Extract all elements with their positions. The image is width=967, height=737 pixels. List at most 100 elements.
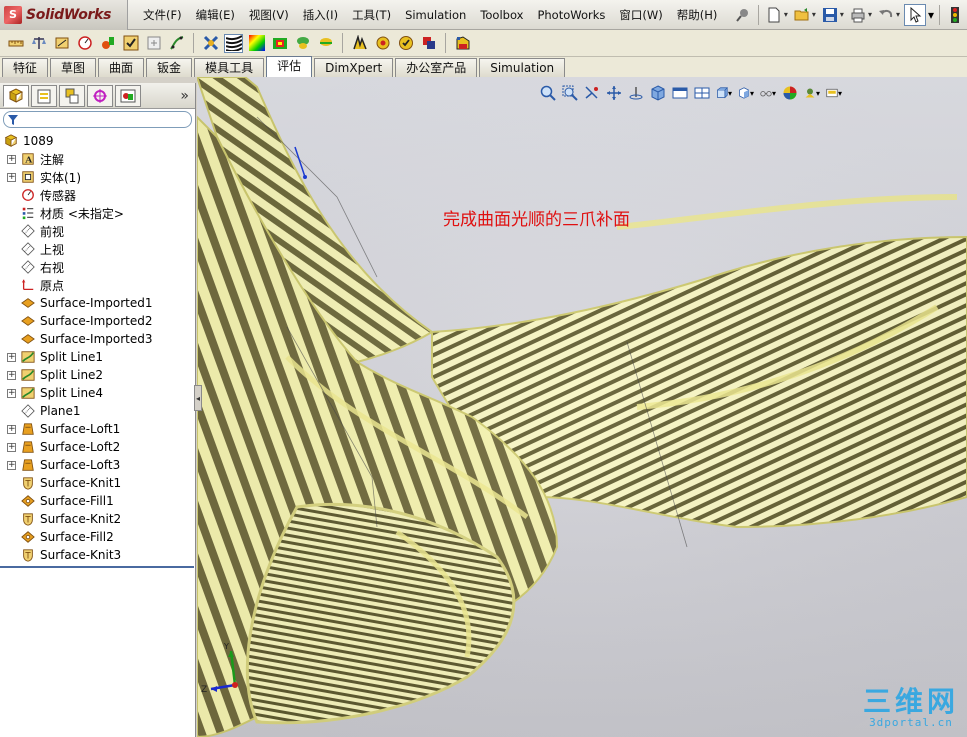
tree-node[interactable]: Surface-Fill2 [0,528,195,546]
menu-item[interactable]: Simulation [398,0,473,30]
tree-node[interactable]: + 实体(1) [0,168,195,186]
panel-splitter[interactable]: ◂ [194,385,202,411]
expand-plus-icon[interactable]: + [7,172,16,182]
drawcompare-button[interactable] [396,34,415,53]
measure-button[interactable] [6,34,25,53]
display-style-button[interactable]: ▾ [738,85,754,101]
check-button[interactable] [121,34,140,53]
zebra-stripes-button[interactable] [224,33,243,53]
tree-node[interactable]: Plane1 [0,402,195,420]
tree-node[interactable]: Surface-Knit1 [0,474,195,492]
feature-manager-tab[interactable] [3,84,29,107]
curvature-button[interactable] [247,34,266,53]
tree-node[interactable]: + Surface-Loft1 [0,420,195,438]
menu-item[interactable]: 窗口(W) [612,0,669,30]
edit-appearance-button[interactable] [782,85,798,101]
four-view-button[interactable] [694,85,710,101]
command-tab[interactable]: 曲面 [98,58,145,77]
tree-node[interactable]: + Split Line2 [0,366,195,384]
compare-documents-button[interactable] [419,34,438,53]
tree-node[interactable]: Surface-Fill1 [0,492,195,510]
save-button[interactable]: ▾ [820,4,846,26]
deviation-analysis-button[interactable] [167,34,186,53]
zoom-to-fit-button[interactable] [540,85,556,101]
open-button[interactable]: ▾ [792,4,818,26]
view-settings-button[interactable]: ▾ [826,85,842,101]
tree-node[interactable]: + Split Line1 [0,348,195,366]
thickness-analysis-button[interactable] [453,34,472,53]
tree-node[interactable]: 上视 [0,240,195,258]
zoom-to-area-button[interactable] [562,85,578,101]
tree-filter-input[interactable] [3,111,192,128]
tree-node[interactable]: Surface-Knit2 [0,510,195,528]
panel-expand-icon[interactable]: » [180,88,189,104]
parting-line-analysis-button[interactable] [316,34,335,53]
expand-plus-icon[interactable]: + [7,154,16,164]
command-tab[interactable]: 特征 [2,58,49,77]
select-button[interactable] [903,3,926,26]
new-document-button[interactable]: ▾ [764,4,790,26]
pin-button[interactable] [733,4,753,26]
previous-view-button[interactable] [584,85,600,101]
graphics-area[interactable]: ▾ ▾ ▾ ▾ ▾ 完成曲面光顺的三爪补面 Y Z 三维网 3dportal.c… [197,77,967,737]
single-view-button[interactable] [672,85,688,101]
expand-plus-icon[interactable]: + [7,460,16,470]
tree-node[interactable]: 原点 [0,276,195,294]
tree-node[interactable]: + Split Line4 [0,384,195,402]
menu-item[interactable]: 工具(T) [345,0,398,30]
rebuild-button[interactable] [945,4,965,26]
menu-item[interactable]: Toolbox [473,0,530,30]
menu-item[interactable]: 帮助(H) [670,0,725,30]
configuration-manager-tab[interactable] [59,84,85,107]
tree-node[interactable]: Surface-Knit3 [0,546,195,564]
tree-node[interactable]: 材质 <未指定> [0,204,195,222]
menu-item[interactable]: PhotoWorks [530,0,612,30]
command-tab[interactable]: 评估 [266,56,313,77]
tree-node[interactable]: 传感器 [0,186,195,204]
chevron-down-icon[interactable]: ▾ [928,8,934,22]
menu-item[interactable]: 文件(F) [136,0,189,30]
tree-node[interactable]: 右视 [0,258,195,276]
display-manager-tab[interactable] [115,84,141,107]
command-tab[interactable]: Simulation [479,58,566,77]
tree-root[interactable]: 1089 [0,132,195,150]
dfmxpress-button[interactable] [373,34,392,53]
draft-analysis-button[interactable] [270,34,289,53]
interference-detection-button[interactable] [201,34,220,53]
expand-plus-icon[interactable]: + [7,442,16,452]
tree-node[interactable]: 前视 [0,222,195,240]
menu-item[interactable]: 编辑(E) [189,0,242,30]
dimxpert-manager-tab[interactable] [87,84,113,107]
command-tab[interactable]: DimXpert [314,58,394,77]
sensor-button[interactable] [75,34,94,53]
tree-node[interactable]: Surface-Imported1 [0,294,195,312]
property-manager-tab[interactable] [31,84,57,107]
rollback-bar[interactable] [0,566,194,568]
expand-plus-icon[interactable]: + [7,424,16,434]
undercut-detection-button[interactable] [293,34,312,53]
command-tab[interactable]: 钣金 [146,58,193,77]
menu-item[interactable]: 视图(V) [242,0,296,30]
expand-plus-icon[interactable]: + [7,388,16,398]
section-properties-button[interactable] [52,34,71,53]
statistics-button[interactable] [98,34,117,53]
app-logo[interactable]: S SolidWorks [0,0,128,30]
mass-properties-button[interactable] [29,34,48,53]
geometry-analysis-button[interactable] [144,34,163,53]
expand-plus-icon[interactable]: + [7,352,16,362]
pan-button[interactable] [606,85,622,101]
expand-plus-icon[interactable]: + [7,370,16,380]
hide-show-button[interactable]: ▾ [760,85,776,101]
isometric-view-button[interactable] [650,85,666,101]
menu-item[interactable]: 插入(I) [296,0,345,30]
print-button[interactable]: ▾ [848,4,874,26]
undo-button[interactable]: ▾ [876,4,902,26]
command-tab[interactable]: 草图 [50,58,97,77]
view-orientation-button[interactable]: ▾ [716,85,732,101]
rotate-button[interactable] [628,85,644,101]
tree-node[interactable]: Surface-Imported3 [0,330,195,348]
scene-button[interactable]: ▾ [804,85,820,101]
tree-node[interactable]: + Surface-Loft2 [0,438,195,456]
command-tab[interactable]: 办公室产品 [395,58,478,77]
tree-node[interactable]: Surface-Imported2 [0,312,195,330]
